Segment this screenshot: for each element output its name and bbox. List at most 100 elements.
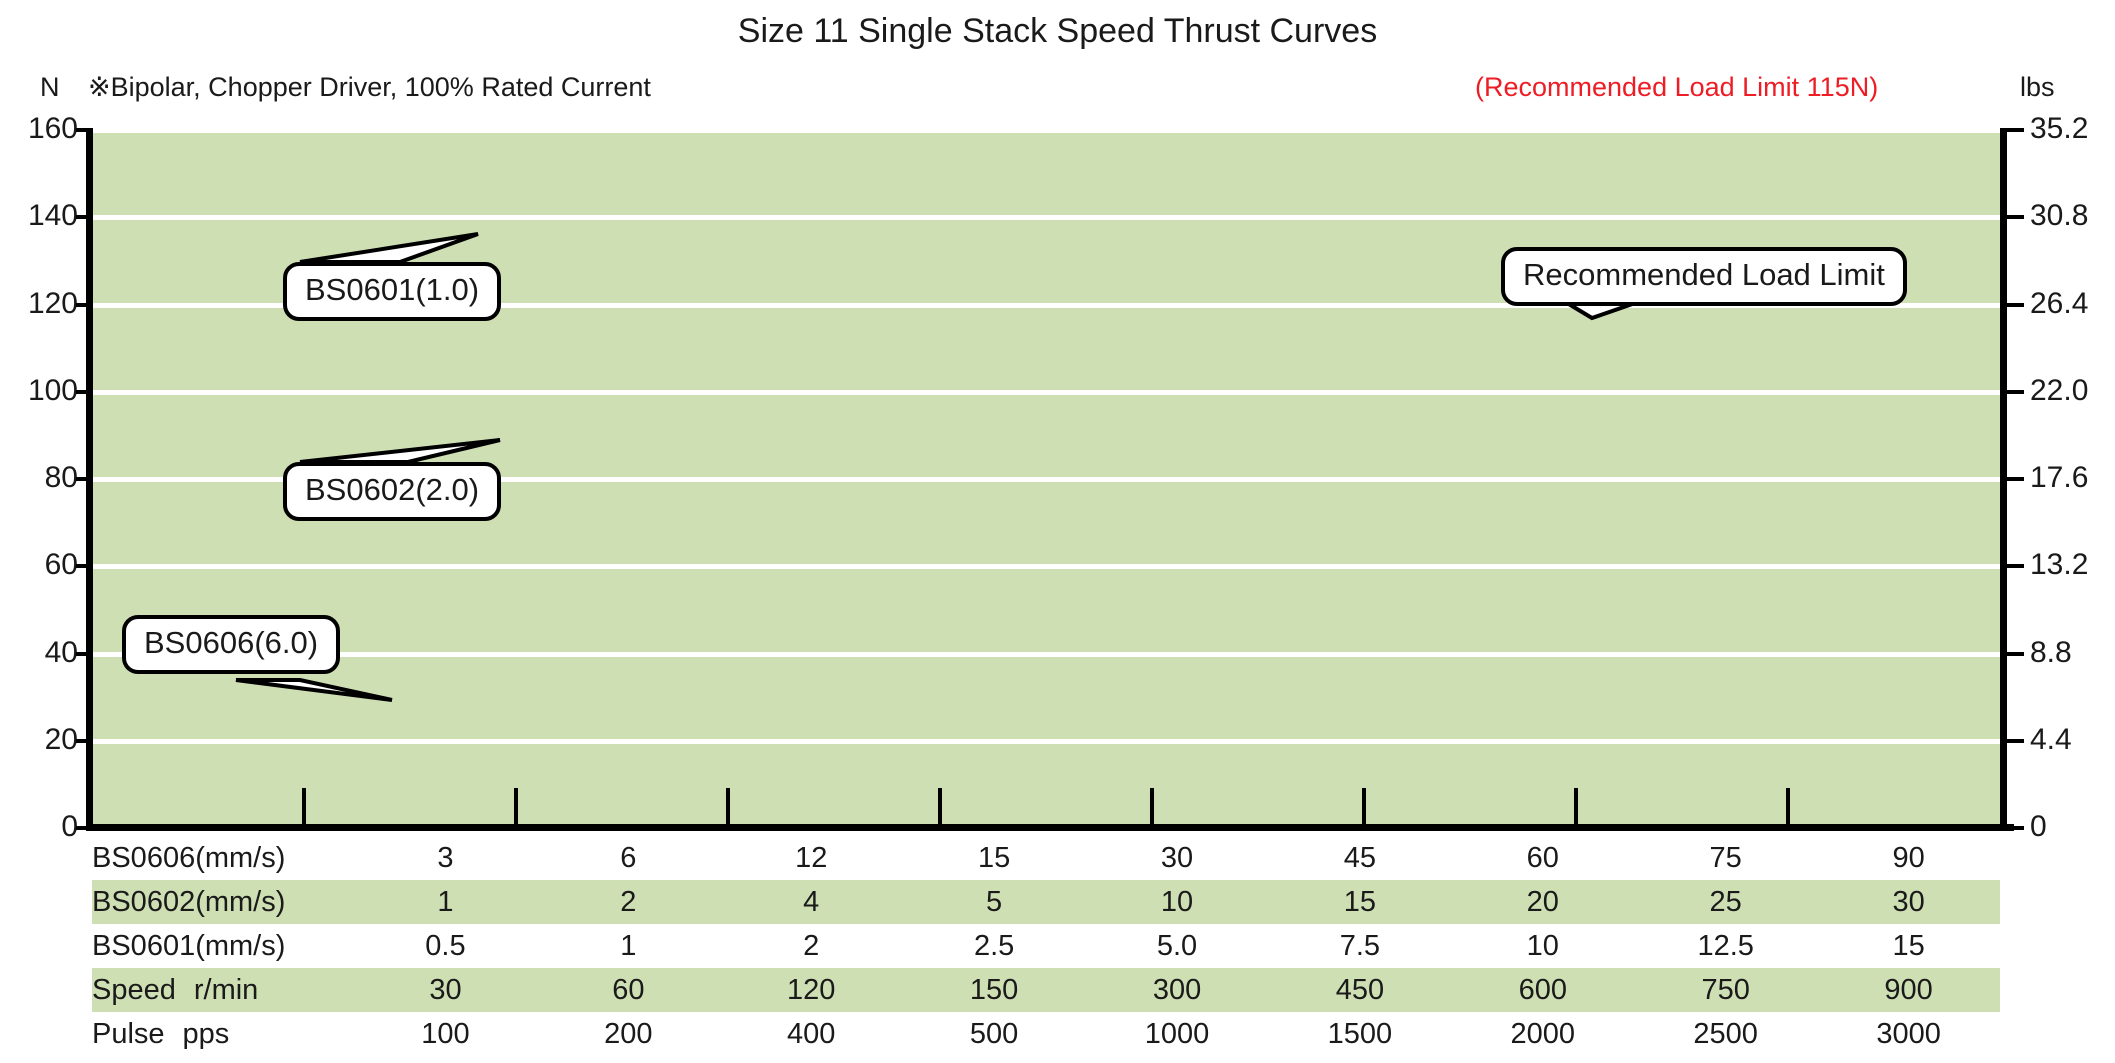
table-cell: 30 [1160, 842, 1194, 874]
page-title: Size 11 Single Stack Speed Thrust Curves [737, 12, 1378, 50]
table-cell: 15 [1343, 886, 1377, 918]
table-cell: 3000 [1876, 1018, 1941, 1050]
gridline [92, 651, 2000, 657]
x-axis-tick-mark [1362, 788, 1366, 828]
table-cell: 60 [1526, 842, 1559, 874]
table-cell: 12 [795, 842, 828, 874]
callout-bs0601[interactable]: BS0601(1.0) [283, 262, 502, 321]
right-axis-tick-mark [2004, 389, 2024, 394]
callout-bs0602[interactable]: BS0602(2.0) [283, 462, 502, 521]
right-axis-tick-label: 4.4 [2030, 722, 2072, 756]
table-row: BS0602(mm/s) 1 2 4 5 10 15 20 25 30 [92, 880, 2000, 924]
table-cell: 30 [1892, 886, 1925, 918]
table-cell: 200 [604, 1018, 653, 1050]
table-cell: 6 [620, 842, 637, 874]
right-axis-tick-label: 35.2 [2030, 112, 2089, 145]
table-row-label: BS0602(mm/s) [92, 886, 354, 919]
table-row-cells: 0.5 1 2 2.5 5.0 7.5 10 12.5 15 [354, 924, 2000, 968]
table-cell: 2 [620, 886, 637, 918]
table-cell: 600 [1518, 974, 1567, 1006]
table-cell: 400 [787, 1018, 836, 1050]
callout-bs0606[interactable]: BS0606(6.0) [122, 615, 341, 674]
table-cell: 300 [1152, 974, 1202, 1006]
bottom-axis-line [86, 824, 2014, 831]
table-row-label: Pulse pps [92, 1018, 354, 1051]
table-cell: 3 [437, 842, 454, 874]
left-axis-tick-mark [76, 651, 89, 656]
table-cell: 5.0 [1156, 930, 1198, 962]
right-axis-tick-mark [2004, 128, 2024, 132]
table-row-label-primary: BS0606(mm/s) [92, 841, 286, 874]
table-cell: 60 [612, 974, 645, 1006]
right-axis-tick-label: 0 [2030, 810, 2047, 843]
table-cell: 150 [969, 974, 1019, 1006]
table-cell: 1500 [1327, 1018, 1393, 1050]
chart-subtitle: ※Bipolar, Chopper Driver, 100% Rated Cur… [88, 72, 651, 102]
table-cell: 45 [1343, 842, 1377, 874]
table-row-label: Speed r/min [92, 974, 354, 1007]
chart-page: Size 11 Single Stack Speed Thrust Curves… [0, 0, 2115, 1063]
left-axis-tick-mark [76, 215, 89, 220]
right-axis-tick-label: 22.0 [2030, 373, 2089, 407]
table-cell: 120 [787, 974, 836, 1006]
left-axis-tick-label: 140 [27, 199, 78, 233]
left-axis-tick-label: 20 [44, 722, 78, 756]
table-cell: 2 [803, 930, 820, 962]
table-cell: 1000 [1144, 1018, 1210, 1050]
table-row-label-primary: BS0601(mm/s) [92, 929, 286, 962]
x-axis-tick-mark [1786, 788, 1790, 828]
table-cell: 900 [1884, 974, 1933, 1006]
left-axis-tick-label: 40 [44, 635, 78, 669]
table-cell: 100 [421, 1018, 470, 1050]
table-cell: 2000 [1510, 1018, 1576, 1050]
table-row: BS0606(mm/s) 3 6 12 15 30 45 60 75 90 [92, 836, 2000, 880]
gridline [92, 389, 2000, 395]
table-row-label-primary: Speed [92, 973, 176, 1006]
table-cell: 10 [1160, 886, 1194, 918]
right-axis-tick-mark [2004, 302, 2024, 307]
table-cell: 4 [803, 886, 820, 918]
right-axis-tick-label: 30.8 [2030, 199, 2089, 233]
right-axis-unit-label: lbs [2020, 72, 2055, 102]
table-cell: 20 [1526, 886, 1559, 918]
table-row-cells: 1 2 4 5 10 15 20 25 30 [354, 880, 2000, 924]
x-axis-tick-mark [1574, 788, 1578, 828]
x-axis-tick-mark [302, 788, 306, 828]
data-table: BS0606(mm/s) 3 6 12 15 30 45 60 75 90 BS0602(mm/s)… [92, 836, 2000, 1056]
right-axis-tick-mark [2004, 826, 2024, 830]
left-axis-tick-label: 160 [27, 112, 78, 145]
right-axis-tick-mark [2004, 477, 2024, 481]
table-cell: 1 [437, 886, 454, 918]
left-axis-tick-mark [76, 564, 89, 569]
table-cell: 15 [977, 842, 1011, 874]
left-axis-tick-mark [76, 738, 89, 743]
left-axis-tick-label: 0 [61, 810, 78, 843]
x-axis-tick-mark [726, 788, 730, 828]
callout-recommended-load-limit[interactable]: Recommended Load Limit [1501, 247, 1907, 306]
table-cell: 500 [969, 1018, 1019, 1050]
table-row: Speed r/min 30 60 120 150 300 450 600 750 900 [92, 968, 2000, 1012]
left-axis-tick-mark [76, 477, 89, 481]
table-cell: 2500 [1693, 1018, 1758, 1050]
left-axis-tick-mark [76, 826, 89, 830]
left-axis-tick-mark [76, 389, 89, 394]
left-axis-tick-mark [76, 302, 89, 307]
table-row-label: BS0601(mm/s) [92, 930, 354, 963]
table-cell: 15 [1892, 930, 1925, 962]
gridline [92, 738, 2000, 744]
table-cell: 7.5 [1339, 930, 1381, 962]
gridline [92, 128, 2000, 133]
right-axis-tick-mark [2004, 564, 2024, 569]
table-cell: 12.5 [1697, 930, 1754, 962]
right-axis-tick-label: 8.8 [2030, 635, 2072, 669]
table-row-label-unit: r/min [193, 973, 259, 1006]
gridline [92, 564, 2000, 570]
right-axis-tick-label: 13.2 [2030, 548, 2089, 582]
table-cell: 10 [1526, 930, 1559, 962]
right-axis-tick-mark [2004, 215, 2024, 220]
table-cell: 25 [1709, 886, 1742, 918]
left-axis-tick-label: 80 [44, 461, 78, 494]
recommended-load-limit-note: (Recommended Load Limit 115N) [1475, 72, 1879, 102]
table-row-label: BS0606(mm/s) [92, 842, 354, 875]
table-cell: 5 [986, 886, 1003, 918]
